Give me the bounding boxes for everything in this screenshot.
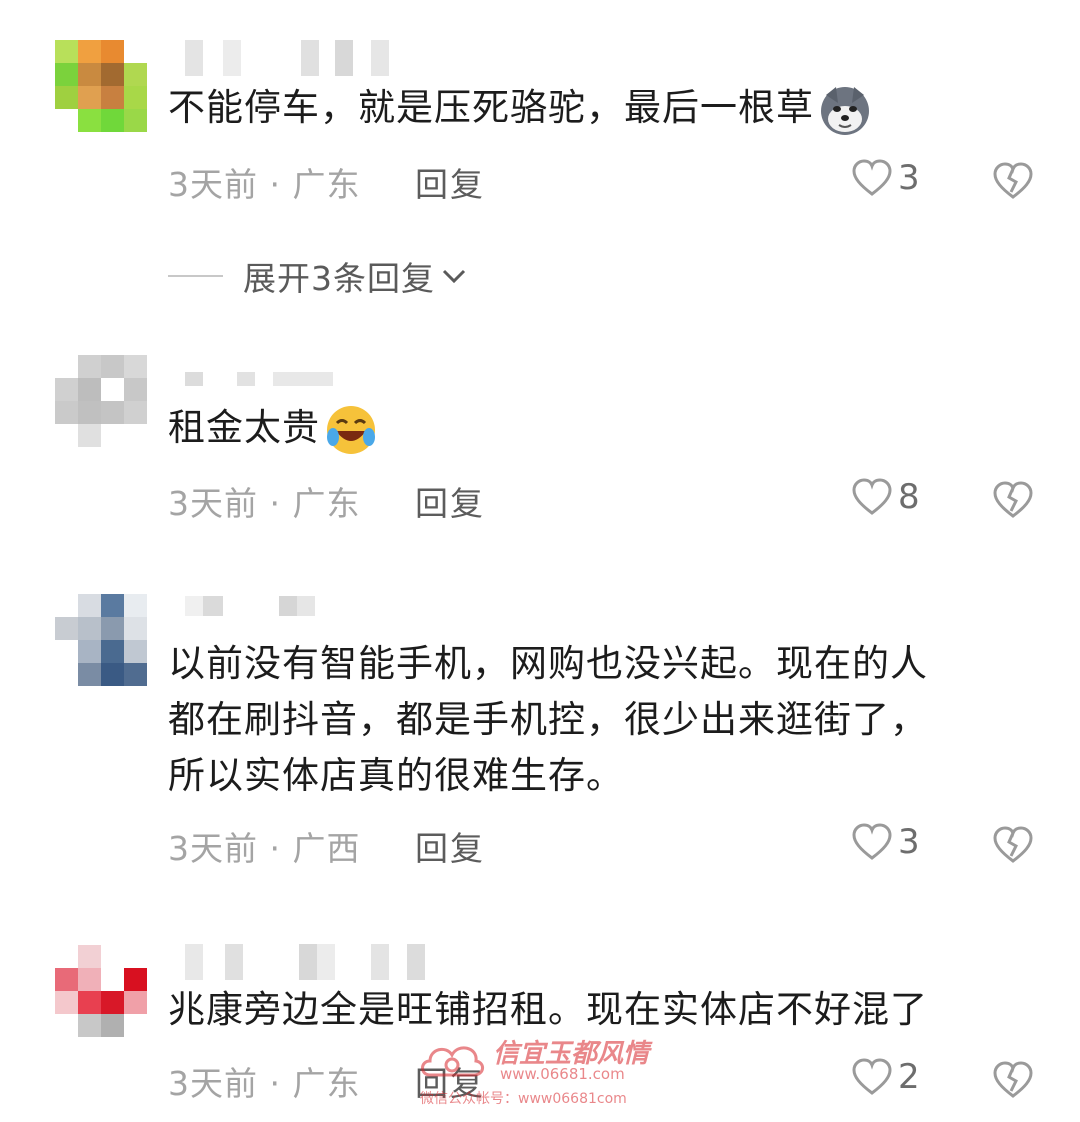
broken-heart-icon[interactable] <box>993 1061 1033 1099</box>
heart-icon <box>852 823 892 860</box>
heart-icon <box>852 478 892 515</box>
comment-text-line: 以前没有智能手机，网购也没兴起。现在的人 <box>168 642 928 685</box>
comment-text: 租金太贵 <box>168 400 378 457</box>
like-count: 3 <box>898 158 920 198</box>
husky-dog-icon <box>821 86 869 135</box>
avatar[interactable] <box>55 40 147 132</box>
like-count: 8 <box>898 477 920 517</box>
comment-text-line: 都在刷抖音，都是手机控，很少出来逛街了， <box>168 698 928 741</box>
broken-heart-icon[interactable] <box>993 481 1033 519</box>
reply-button[interactable]: 回复 <box>415 158 485 206</box>
comment-meta: 3天前 · 广东 <box>168 165 361 204</box>
avatar[interactable] <box>55 594 147 686</box>
watermark-url: www.06681.com <box>500 1065 625 1083</box>
avatar[interactable] <box>55 945 147 1037</box>
comment-meta: 3天前 · 广东 <box>168 484 361 523</box>
comment-text-line: 所以实体店真的很难生存。 <box>168 754 624 797</box>
cloud-logo-icon <box>421 1046 484 1077</box>
comment-text: 兆康旁边全是旺铺招租。现在实体店不好混了 <box>168 988 928 1031</box>
watermark: 信宜玉都风情 www.06681.com 微信公众帐号：www06681com <box>418 1033 668 1113</box>
broken-heart-icon[interactable] <box>993 162 1033 200</box>
username[interactable] <box>185 596 315 616</box>
like-button[interactable]: 2 <box>852 1057 920 1097</box>
broken-heart-icon[interactable] <box>993 826 1033 864</box>
username[interactable] <box>185 944 425 980</box>
comment-text: 以前没有智能手机，网购也没兴起。现在的人 都在刷抖音，都是手机控，很少出来逛街了… <box>168 636 928 804</box>
reply-button[interactable]: 回复 <box>415 477 485 525</box>
like-button[interactable]: 3 <box>852 822 920 862</box>
like-button[interactable]: 3 <box>852 158 920 198</box>
username[interactable] <box>185 372 333 386</box>
chevron-down-icon <box>442 269 466 284</box>
like-count: 3 <box>898 822 920 862</box>
heart-icon <box>852 159 892 196</box>
like-button[interactable]: 8 <box>852 477 920 517</box>
reply-button[interactable]: 回复 <box>415 822 485 870</box>
username[interactable] <box>185 40 389 76</box>
laugh-cry-icon <box>327 405 375 454</box>
comment-meta: 3天前 · 广东 <box>168 1064 361 1103</box>
comment-text: 不能停车，就是压死骆驼，最后一根草 <box>168 80 872 137</box>
watermark-subtitle: 微信公众帐号：www06681com <box>420 1091 627 1107</box>
expand-replies-button[interactable]: 展开3条回复 <box>168 252 469 300</box>
divider-line <box>168 275 223 277</box>
comment-meta: 3天前 · 广西 <box>168 829 361 868</box>
heart-icon <box>852 1058 892 1095</box>
like-count: 2 <box>898 1057 920 1097</box>
avatar[interactable] <box>55 355 147 447</box>
expand-replies-label: 展开3条回复 <box>243 259 435 298</box>
